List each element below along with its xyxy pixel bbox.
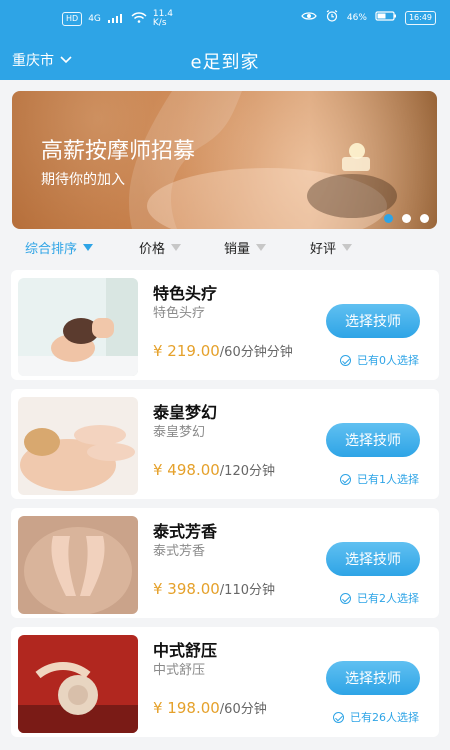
check-circle-icon (340, 354, 351, 366)
sort-option-label: 销量 (224, 242, 251, 257)
service-thumbnail (18, 516, 138, 614)
sort-triangle-icon (256, 244, 267, 251)
sort-option[interactable]: 价格 (139, 238, 182, 257)
service-name: 中式舒压 (153, 641, 218, 660)
status-left: HD 4G 11.4 K/s (62, 10, 173, 28)
battery-percent: 46% (346, 12, 367, 23)
banner-pagination[interactable] (384, 214, 429, 223)
service-subtitle: 中式舒压 (153, 663, 206, 678)
service-thumbnail (18, 635, 138, 733)
select-technician-button[interactable]: 选择技师 (326, 304, 420, 338)
sort-option-label: 好评 (310, 242, 337, 257)
network-label: 4G (88, 14, 101, 24)
selected-count-text: 已有2人选择 (357, 592, 419, 605)
service-subtitle: 特色头疗 (153, 306, 206, 321)
selected-count: 已有26人选择 (333, 709, 419, 725)
service-name: 特色头疗 (153, 284, 218, 303)
price-unit: /60分钟 (219, 702, 267, 717)
page-title: e足到家 (190, 52, 260, 73)
alarm-icon (325, 10, 339, 25)
sort-option-label: 综合排序 (25, 242, 78, 257)
price-amount: ¥ 219.00 (153, 342, 220, 360)
price-unit: /110分钟 (219, 583, 275, 598)
service-subtitle: 泰式芳香 (153, 544, 206, 559)
select-technician-button[interactable]: 选择技师 (326, 423, 420, 457)
check-circle-icon (340, 473, 351, 485)
select-technician-button[interactable]: 选择技师 (326, 661, 420, 695)
price-amount: ¥ 198.00 (153, 699, 220, 717)
eye-icon (301, 10, 317, 25)
sort-triangle-icon (83, 244, 94, 251)
battery-icon (375, 10, 397, 25)
pagination-dot[interactable] (384, 214, 393, 223)
sort-triangle-icon (171, 244, 182, 251)
service-price: ¥ 198.00/60分钟 (153, 699, 313, 719)
price-amount: ¥ 398.00 (153, 580, 220, 598)
service-card[interactable]: 特色头疗 特色头疗 ¥ 219.00/60分钟分钟 选择技师 已有0人选择 (11, 270, 439, 380)
price-unit: /120分钟 (219, 464, 275, 479)
sort-option[interactable]: 综合排序 (25, 238, 94, 257)
sort-triangle-icon (342, 244, 353, 251)
status-time: 16:49 (404, 10, 436, 25)
service-card[interactable]: 中式舒压 中式舒压 ¥ 198.00/60分钟 选择技师 已有26人选择 (11, 627, 439, 737)
sort-bar: 综合排序 价格 销量 好评 (0, 236, 450, 260)
service-price: ¥ 398.00/110分钟 (153, 580, 313, 600)
selected-count-text: 已有1人选择 (357, 473, 419, 486)
service-name: 泰皇梦幻 (153, 403, 218, 422)
pagination-dot[interactable] (402, 214, 411, 223)
price-unit: /60分钟分钟 (219, 345, 293, 360)
selected-count: 已有2人选择 (340, 590, 419, 606)
selected-count-text: 已有0人选择 (357, 354, 419, 367)
signal-icon (107, 12, 125, 27)
pagination-dot[interactable] (420, 214, 429, 223)
banner-title: 高薪按摩师招募 (41, 139, 196, 164)
selected-count: 已有0人选择 (340, 352, 419, 368)
select-technician-button[interactable]: 选择技师 (326, 542, 420, 576)
status-bar: HD 4G 11.4 K/s 46% 16:49 (0, 0, 450, 42)
check-circle-icon (340, 592, 351, 604)
service-card[interactable]: 泰式芳香 泰式芳香 ¥ 398.00/110分钟 选择技师 已有2人选择 (11, 508, 439, 618)
wifi-icon (131, 11, 147, 27)
sort-option[interactable]: 销量 (224, 238, 267, 257)
sort-option[interactable]: 好评 (310, 238, 353, 257)
service-thumbnail (18, 397, 138, 495)
network-speed-unit: K/s (152, 18, 167, 28)
sim-badge: HD (62, 12, 83, 26)
app-header: 重庆市 e足到家 (0, 42, 450, 80)
service-name: 泰式芳香 (153, 522, 218, 541)
service-thumbnail (18, 278, 138, 376)
service-subtitle: 泰皇梦幻 (153, 425, 206, 440)
check-circle-icon (333, 711, 344, 723)
promo-banner[interactable]: 高薪按摩师招募 期待你的加入 (12, 91, 437, 229)
service-price: ¥ 219.00/60分钟分钟 (153, 342, 313, 362)
banner-subtitle: 期待你的加入 (41, 172, 125, 188)
selected-count-text: 已有26人选择 (350, 711, 419, 724)
service-price: ¥ 498.00/120分钟 (153, 461, 313, 481)
service-card[interactable]: 泰皇梦幻 泰皇梦幻 ¥ 498.00/120分钟 选择技师 已有1人选择 (11, 389, 439, 499)
sort-option-label: 价格 (139, 242, 166, 257)
status-right: 46% 16:49 (301, 10, 436, 25)
price-amount: ¥ 498.00 (153, 461, 220, 479)
network-speed: 11.4 K/s (153, 10, 173, 28)
selected-count: 已有1人选择 (340, 471, 419, 487)
